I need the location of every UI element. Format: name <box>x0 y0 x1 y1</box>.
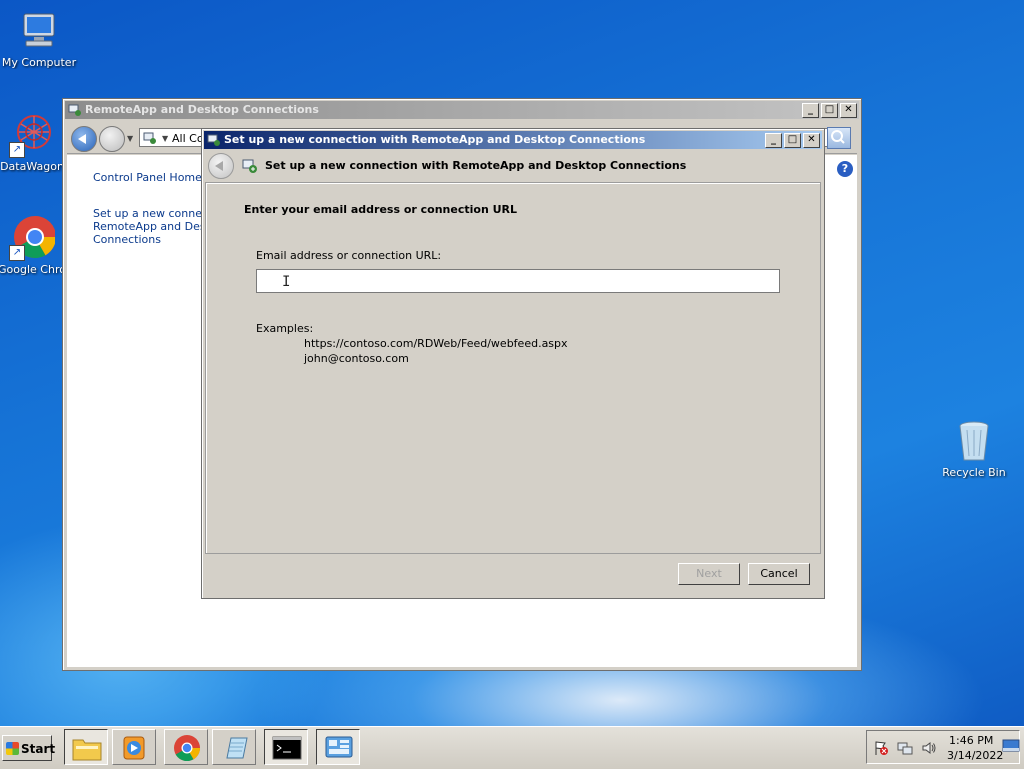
desktop-icon-recycle-bin[interactable]: Recycle Bin <box>935 418 1013 479</box>
minimize-button[interactable]: _ <box>765 133 782 148</box>
desktop-icon-label: Recycle Bin <box>942 466 1006 479</box>
example-email: john@contoso.com <box>304 352 409 365</box>
window-title: RemoteApp and Desktop Connections <box>85 103 319 116</box>
instruction-heading: Enter your email address or connection U… <box>244 203 518 216</box>
action-center-flag-icon[interactable] <box>873 740 889 756</box>
chevron-down-icon: ▼ <box>162 134 169 143</box>
taskbar-cmd-button[interactable] <box>264 729 308 765</box>
taskbar-chrome-button[interactable] <box>164 729 208 765</box>
setup-connection-dialog: Set up a new connection with RemoteApp a… <box>201 128 825 599</box>
recycle-bin-icon <box>951 418 997 464</box>
search-icon <box>831 130 845 144</box>
system-tray: 1:46 PM 3/14/2022 <box>866 730 1020 764</box>
computer-icon <box>16 8 62 54</box>
start-label: Start <box>21 742 56 756</box>
clock-date[interactable]: 3/14/2022 <box>947 749 1003 762</box>
remoteapp-icon <box>68 104 81 116</box>
network-icon[interactable] <box>897 740 913 756</box>
desktop-icon-my-computer[interactable]: My Computer <box>0 8 78 69</box>
close-button[interactable]: ✕ <box>803 133 820 148</box>
wizard-header: Set up a new connection with RemoteApp a… <box>204 151 820 181</box>
wizard-footer: Next Cancel <box>204 555 820 595</box>
show-desktop-button[interactable] <box>1002 739 1020 753</box>
window-controls: _ □ ✕ <box>765 133 820 148</box>
notepad-icon <box>226 737 248 759</box>
remoteapp-icon <box>242 159 257 173</box>
show-desktop-icon <box>1002 739 1020 752</box>
text-cursor-icon: I <box>282 274 291 290</box>
minimize-button[interactable]: _ <box>802 103 819 118</box>
chrome-icon: ↗ <box>9 215 57 261</box>
close-button[interactable]: ✕ <box>840 103 857 118</box>
shortcut-arrow-icon: ↗ <box>9 245 25 261</box>
start-button[interactable]: Start <box>2 735 56 761</box>
cancel-button[interactable]: Cancel <box>748 563 810 585</box>
control-panel-icon <box>325 736 353 758</box>
taskbar-control-panel-button[interactable] <box>316 729 360 765</box>
window-controls: _ □ ✕ <box>802 103 857 118</box>
example-url: https://contoso.com/RDWeb/Feed/webfeed.a… <box>304 337 568 350</box>
forward-button[interactable] <box>99 126 125 152</box>
chrome-icon <box>174 735 201 762</box>
back-arrow-icon <box>78 134 86 144</box>
remoteapp-icon <box>143 132 156 144</box>
control-panel-titlebar[interactable]: RemoteApp and Desktop Connections _ □ ✕ <box>65 101 859 119</box>
taskbar-media-player-button[interactable] <box>112 729 156 765</box>
maximize-button[interactable]: □ <box>784 133 801 148</box>
dialog-title: Set up a new connection with RemoteApp a… <box>224 133 646 146</box>
remoteapp-icon <box>207 134 220 146</box>
desktop-icon-datawagon[interactable]: ↗ DataWagon <box>0 112 71 173</box>
back-arrow-icon <box>215 161 223 171</box>
taskbar-explorer-button[interactable] <box>64 729 108 765</box>
clock-time[interactable]: 1:46 PM <box>949 734 993 747</box>
desktop: My Computer ↗ DataWagon ↗ Google Chro Re… <box>0 0 1024 726</box>
taskbar: Start 1:46 PM 3/14/2022 <box>0 726 1024 769</box>
media-player-icon <box>123 736 145 760</box>
datawagon-icon: ↗ <box>9 112 55 158</box>
wizard-back-button[interactable] <box>208 153 234 179</box>
desktop-icon-label: DataWagon <box>0 160 64 173</box>
desktop-icon-label: My Computer <box>1 56 77 69</box>
next-button[interactable]: Next <box>678 563 740 585</box>
recent-pages-dropdown[interactable]: ▼ <box>127 134 133 143</box>
desktop-icon-google-chrome[interactable]: ↗ Google Chro <box>0 215 71 276</box>
wizard-title: Set up a new connection with RemoteApp a… <box>265 159 687 172</box>
examples-label: Examples: <box>256 322 314 335</box>
help-icon[interactable]: ? <box>837 161 853 177</box>
volume-icon[interactable] <box>921 740 937 756</box>
dialog-titlebar[interactable]: Set up a new connection with RemoteApp a… <box>204 131 822 149</box>
email-or-url-input[interactable] <box>256 269 780 293</box>
back-button[interactable] <box>71 126 97 152</box>
sidebar: Control Panel Home Set up a new connecti… <box>67 155 223 667</box>
wizard-content: Enter your email address or connection U… <box>205 182 821 554</box>
folder-icon <box>72 739 102 761</box>
windows-logo-icon <box>6 742 19 755</box>
desktop-icon-label: Google Chro <box>0 263 66 276</box>
address-text: All Co <box>172 132 204 145</box>
search-button[interactable] <box>827 127 851 149</box>
url-field-label: Email address or connection URL: <box>256 249 442 262</box>
shortcut-arrow-icon: ↗ <box>9 142 25 158</box>
taskbar-notepad-button[interactable] <box>212 729 256 765</box>
command-prompt-icon <box>272 736 302 760</box>
maximize-button[interactable]: □ <box>821 103 838 118</box>
